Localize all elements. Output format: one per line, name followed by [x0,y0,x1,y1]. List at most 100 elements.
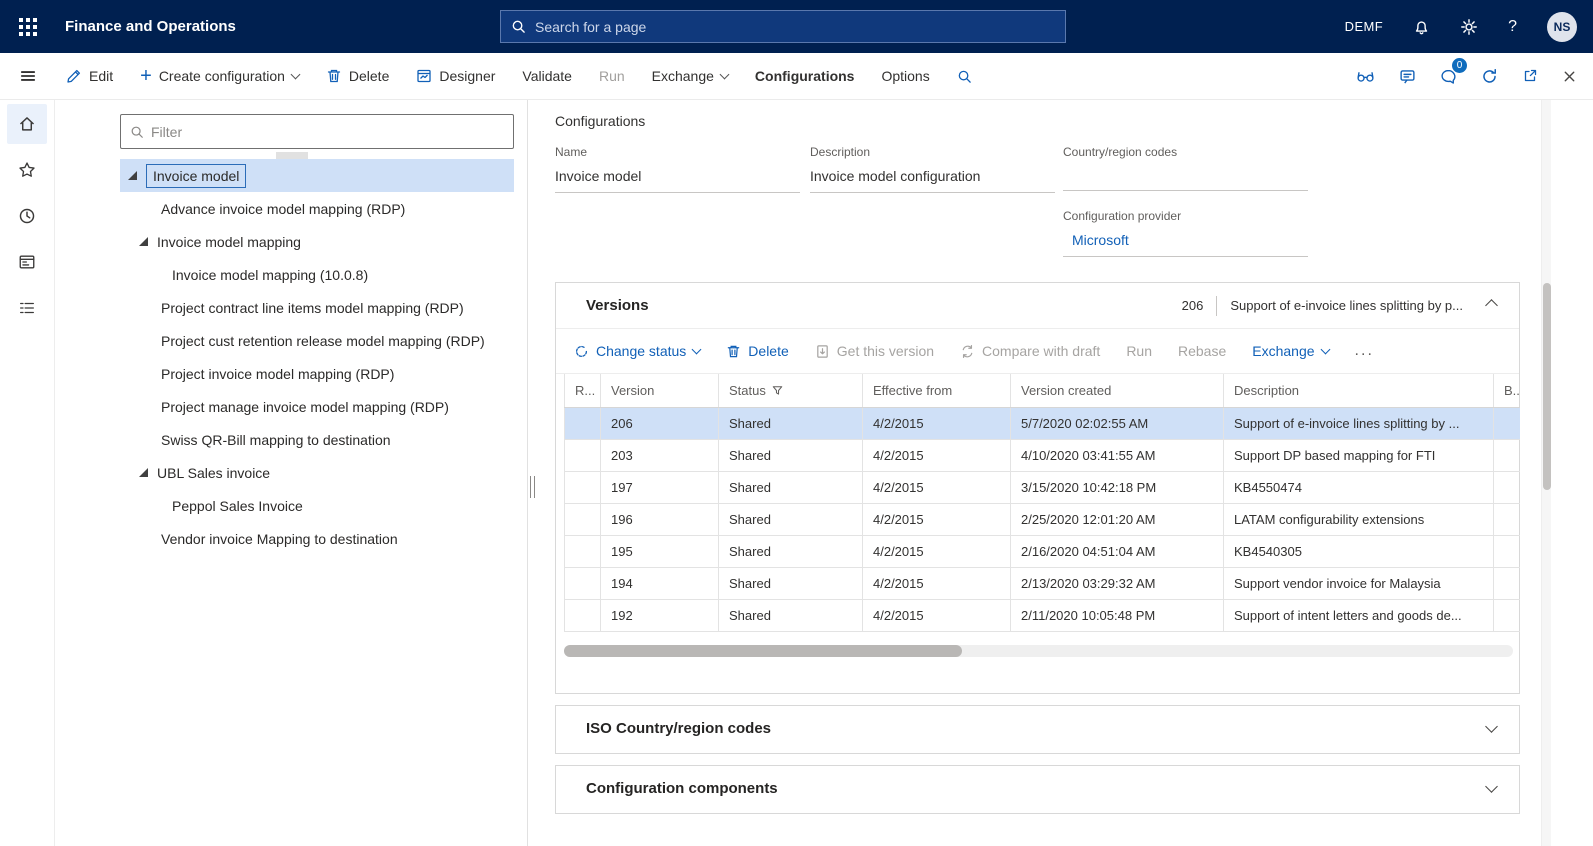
tree-item[interactable]: Project manage invoice model mapping (RD… [120,390,514,423]
configuration-components-title: Configuration components [586,780,778,797]
name-value[interactable]: Invoice model [555,164,800,193]
more-options-icon[interactable]: ... [1355,342,1374,360]
designer-button[interactable]: Designer [416,68,495,84]
change-status-button[interactable]: Change status [574,343,702,359]
waffle-icon[interactable] [0,0,55,53]
configuration-components-header[interactable]: Configuration components [556,766,1519,811]
gear-icon[interactable] [1460,18,1478,36]
action-search-button[interactable] [957,69,972,84]
col-description[interactable]: Description [1223,374,1494,408]
create-configuration-button[interactable]: + Create configuration [140,66,301,86]
tree-item[interactable]: Vendor invoice Mapping to destination [120,522,514,555]
col-clipped[interactable]: B... [1493,374,1520,408]
edit-button[interactable]: Edit [66,68,113,84]
version-row[interactable]: 194 Shared 4/2/2015 2/13/2020 03:29:32 A… [564,567,1520,600]
cell-status: Shared [718,503,863,536]
tree-filter-input[interactable] [151,123,504,140]
cell-version-created: 2/16/2020 04:51:04 AM [1010,535,1224,568]
chat-icon[interactable]: 0 [1438,57,1467,87]
panel-splitter[interactable] [527,100,536,846]
vertical-scrollbar-thumb[interactable] [1543,283,1551,490]
tree-item[interactable]: Project invoice model mapping (RDP) [120,357,514,390]
horizontal-scrollbar-thumb[interactable] [564,645,962,657]
cell-clipped [1493,471,1520,504]
version-row[interactable]: 192 Shared 4/2/2015 2/11/2020 10:05:48 P… [564,599,1520,632]
horizontal-scrollbar[interactable] [564,645,1513,657]
filter-funnel-icon[interactable] [772,385,783,396]
popout-icon[interactable] [1520,66,1540,86]
delete-button[interactable]: Delete [326,68,389,84]
configuration-provider-link[interactable]: Microsoft [1063,228,1308,257]
vertical-scrollbar[interactable] [1541,100,1551,846]
expand-chevron-down-icon[interactable] [1482,720,1501,736]
glasses-icon[interactable] [1354,66,1377,87]
expand-arrow-icon[interactable] [128,171,137,180]
global-search[interactable] [500,10,1066,43]
clock-icon[interactable] [7,196,47,236]
exchange-version-button[interactable]: Exchange [1252,343,1330,359]
feedback-icon[interactable] [1397,66,1418,87]
hamburger-icon[interactable] [0,67,55,85]
version-row[interactable]: 195 Shared 4/2/2015 2/16/2020 04:51:04 A… [564,535,1520,568]
tree-item[interactable]: Project contract line items model mappin… [120,291,514,324]
col-status-label: Status [729,383,766,398]
version-row[interactable]: 203 Shared 4/2/2015 4/10/2020 03:41:55 A… [564,439,1520,472]
tree-item-invoice-model[interactable]: Invoice model [120,159,514,192]
global-search-input[interactable] [535,18,1055,35]
cell-version-created: 2/13/2020 03:29:32 AM [1010,567,1224,600]
validate-button[interactable]: Validate [522,68,572,84]
cell-clipped [1493,567,1520,600]
tasks-icon[interactable] [7,288,47,328]
help-icon[interactable]: ? [1508,18,1517,36]
expand-arrow-icon[interactable] [139,468,148,477]
tree-item[interactable]: UBL Sales invoice [120,456,514,489]
row-selector-cell[interactable] [564,567,601,600]
delete-version-button[interactable]: Delete [726,343,789,359]
tree-item[interactable]: Peppol Sales Invoice [120,489,514,522]
version-row[interactable]: 197 Shared 4/2/2015 3/15/2020 10:42:18 P… [564,471,1520,504]
tab-options[interactable]: Options [881,68,929,84]
topbar-right: DEMF ? NS [1345,11,1593,42]
tab-configurations[interactable]: Configurations [755,68,855,84]
close-icon[interactable] [1560,67,1579,86]
cell-description: Support vendor invoice for Malaysia [1223,567,1494,600]
tree-item[interactable]: Invoice model mapping (10.0.8) [120,258,514,291]
tree-item[interactable]: Advance invoice model mapping (RDP) [120,192,514,225]
col-row-selector[interactable]: R... [564,374,601,408]
tree-item[interactable]: Invoice model mapping [120,225,514,258]
form-icon[interactable] [7,242,47,282]
tree-item-label: Project contract line items model mappin… [161,299,464,316]
tree-item[interactable]: Project cust retention release model map… [120,324,514,357]
iso-country-codes-header[interactable]: ISO Country/region codes [556,706,1519,751]
star-icon[interactable] [7,150,47,190]
versions-header[interactable]: Versions 206 Support of e-invoice lines … [556,283,1519,328]
row-selector-cell[interactable] [564,407,601,440]
row-selector-cell[interactable] [564,471,601,504]
cell-status: Shared [718,439,863,472]
col-effective-from[interactable]: Effective from [862,374,1011,408]
expand-chevron-down-icon[interactable] [1482,780,1501,796]
bell-icon[interactable] [1413,18,1430,35]
refresh-icon[interactable] [1479,66,1500,87]
collapse-chevron-up-icon[interactable] [1482,296,1501,315]
tree-filter[interactable] [120,114,514,149]
version-row[interactable]: 196 Shared 4/2/2015 2/25/2020 12:01:20 A… [564,503,1520,536]
company-picker[interactable]: DEMF [1345,19,1383,34]
col-version-created[interactable]: Version created [1010,374,1224,408]
exchange-menu-button[interactable]: Exchange [652,68,730,84]
country-codes-value[interactable] [1063,164,1308,191]
expand-arrow-icon[interactable] [139,237,148,246]
designer-icon [416,68,432,84]
versions-title: Versions [586,297,649,314]
col-status[interactable]: Status [718,374,863,408]
row-selector-cell[interactable] [564,535,601,568]
row-selector-cell[interactable] [564,439,601,472]
avatar[interactable]: NS [1547,11,1577,42]
row-selector-cell[interactable] [564,503,601,536]
tree-item[interactable]: Swiss QR-Bill mapping to destination [120,423,514,456]
home-icon[interactable] [7,104,47,144]
version-row[interactable]: 206 Shared 4/2/2015 5/7/2020 02:02:55 AM… [564,407,1520,440]
description-value[interactable]: Invoice model configuration [810,164,1055,193]
row-selector-cell[interactable] [564,599,601,632]
col-version[interactable]: Version [600,374,719,408]
